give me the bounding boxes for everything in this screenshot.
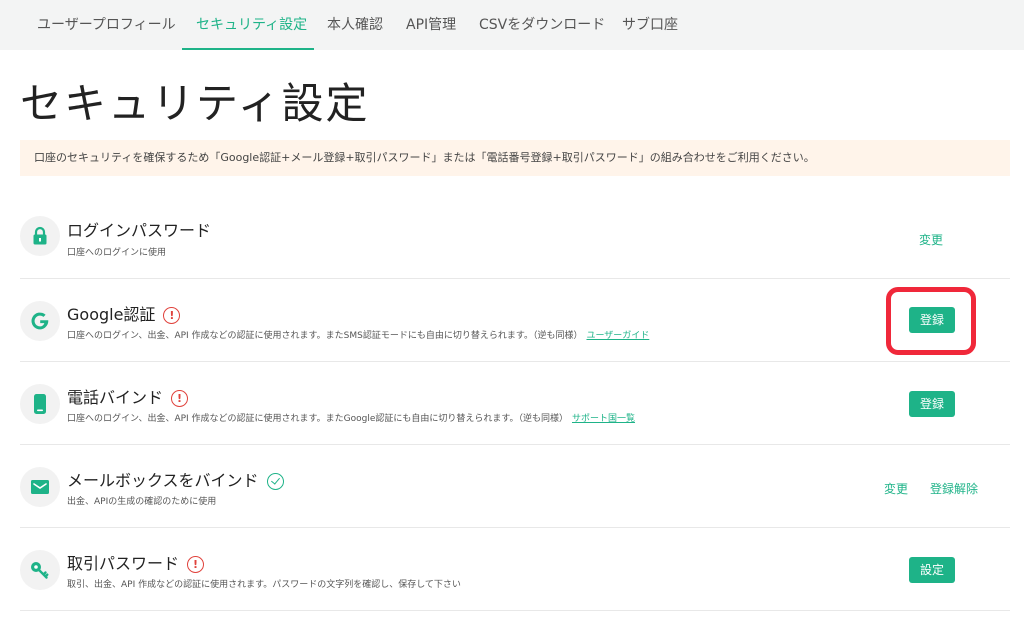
key-icon xyxy=(20,550,60,590)
row-description: 口座へのログイン、出金、API 作成などの認証に使用されます。またSMS認証モー… xyxy=(67,331,650,341)
row-description: 口座へのログインに使用 xyxy=(67,248,167,258)
supported-countries-link[interactable]: サポート国一覧 xyxy=(572,414,635,424)
row-description: 口座へのログイン、出金、API 作成などの認証に使用されます。またGoogle認… xyxy=(67,414,636,424)
mail-icon xyxy=(20,467,60,507)
lock-icon xyxy=(20,216,60,256)
security-row-google-auth: Google認証! 口座へのログイン、出金、API 作成などの認証に使用されます… xyxy=(20,279,1010,362)
row-title: ログインパスワード xyxy=(67,221,212,240)
tab-identity-verification[interactable]: 本人確認 xyxy=(327,0,383,50)
user-guide-link[interactable]: ユーザーガイド xyxy=(586,331,649,341)
security-row-mailbox-bind: メールボックスをバインド 出金、APIの生成の確認のために使用 変更 登録解除 xyxy=(20,445,1010,528)
tab-api-management[interactable]: API管理 xyxy=(406,0,456,50)
warning-icon: ! xyxy=(171,390,189,407)
security-notice: 口座のセキュリティを確保するため「Google認証+メール登録+取引パスワード」… xyxy=(20,140,1010,176)
page-title: セキュリティ設定 xyxy=(20,79,370,128)
row-title: メールボックスをバインド xyxy=(67,467,284,491)
active-tab-indicator xyxy=(182,48,314,50)
security-row-phone-bind: 電話バインド! 口座へのログイン、出金、API 作成などの認証に使用されます。ま… xyxy=(20,362,1010,445)
row-title: 電話バインド! xyxy=(67,384,189,408)
tab-bar: ユーザープロフィール セキュリティ設定 本人確認 API管理 CSVをダウンロー… xyxy=(0,0,1024,50)
tab-csv-download[interactable]: CSVをダウンロード xyxy=(479,0,605,50)
tab-sub-account[interactable]: サブ口座 xyxy=(622,0,678,50)
security-row-login-password: ログインパスワード 口座へのログインに使用 変更 xyxy=(20,196,1010,279)
tab-security-settings[interactable]: セキュリティ設定 xyxy=(196,0,307,50)
row-description: 取引、出金、API 作成などの認証に使用されます。パスワードの文字列を確認し、保… xyxy=(67,580,461,590)
check-circle-icon xyxy=(266,473,284,490)
phone-icon xyxy=(20,384,60,424)
warning-icon: ! xyxy=(163,307,181,324)
security-row-trading-password: 取引パスワード! 取引、出金、API 作成などの認証に使用されます。パスワードの… xyxy=(20,528,1010,611)
row-title: Google認証! xyxy=(67,301,181,325)
register-phone-button[interactable]: 登録 xyxy=(909,391,955,417)
row-description: 出金、APIの生成の確認のために使用 xyxy=(67,497,217,507)
google-icon xyxy=(20,301,60,341)
register-google-auth-button[interactable]: 登録 xyxy=(909,307,955,333)
set-trading-password-button[interactable]: 設定 xyxy=(909,557,955,583)
tab-user-profile[interactable]: ユーザープロフィール xyxy=(37,0,176,50)
unbind-mailbox-link[interactable]: 登録解除 xyxy=(930,480,978,497)
warning-icon: ! xyxy=(187,556,205,573)
change-login-password-link[interactable]: 変更 xyxy=(919,231,943,248)
row-title: 取引パスワード! xyxy=(67,550,205,574)
change-mailbox-link[interactable]: 変更 xyxy=(884,480,908,497)
